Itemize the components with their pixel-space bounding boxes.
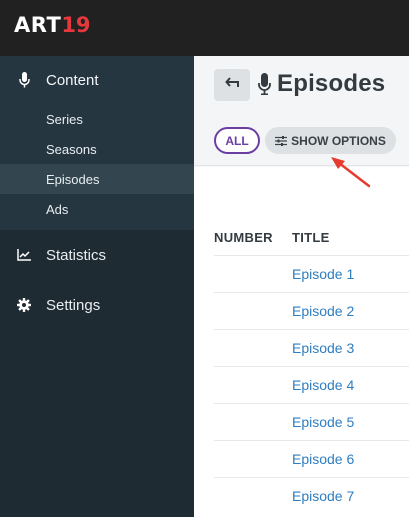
column-header-title[interactable]: TITLE — [292, 230, 330, 245]
art19-logo[interactable]: ART 19 — [14, 13, 91, 37]
sidebar-item-seasons[interactable]: Seasons — [0, 134, 194, 164]
nav-label-settings: Settings — [46, 296, 101, 314]
column-header-number[interactable]: NUMBER — [214, 230, 273, 245]
table-body: Episode 1 Episode 2 Episode 3 Episode 4 … — [214, 255, 409, 514]
episodes-table: NUMBER TITLE Episode 1 Episode 2 Episode… — [194, 167, 409, 517]
table-row: Episode 5 — [214, 403, 409, 440]
table-row: Episode 7 — [214, 477, 409, 514]
logo-text: ART — [14, 13, 62, 37]
table-row: Episode 2 — [214, 292, 409, 329]
line-chart-icon — [17, 247, 31, 263]
table-row: Episode 4 — [214, 366, 409, 403]
episode-title-link[interactable]: Episode 7 — [292, 488, 354, 504]
nav-label-content: Content — [46, 71, 99, 89]
sidebar-item-series[interactable]: Series — [0, 104, 194, 134]
page-header: Episodes ALL SHOW OPTIONS — [194, 56, 409, 166]
main-panel: Episodes ALL SHOW OPTIONS NUMBER TITLE E… — [194, 56, 409, 517]
page-title-wrap: Episodes — [258, 70, 385, 98]
sidebar-item-ads[interactable]: Ads — [0, 194, 194, 224]
sliders-icon — [275, 135, 288, 146]
microphone-icon — [17, 72, 31, 88]
show-options-label: SHOW OPTIONS — [291, 133, 386, 148]
episode-title-link[interactable]: Episode 2 — [292, 303, 354, 319]
top-bar: ART 19 — [0, 0, 409, 56]
content-submenu: Series Seasons Episodes Ads — [0, 104, 194, 230]
back-button[interactable] — [214, 69, 250, 101]
episode-title-link[interactable]: Episode 3 — [292, 340, 354, 356]
show-options-button[interactable]: SHOW OPTIONS — [265, 127, 396, 154]
nav-label-statistics: Statistics — [46, 246, 107, 264]
episode-title-link[interactable]: Episode 1 — [292, 266, 354, 282]
sidebar: Content Series Seasons Episodes Ads Stat… — [0, 56, 194, 517]
logo-mark: 19 — [61, 13, 91, 37]
table-row: Episode 1 — [214, 255, 409, 292]
table-row: Episode 6 — [214, 440, 409, 477]
page-title: Episodes — [277, 70, 386, 97]
back-arrow-icon — [225, 76, 239, 94]
nav-item-content[interactable]: Content — [0, 56, 194, 104]
episode-title-link[interactable]: Episode 5 — [292, 414, 354, 430]
nav-item-statistics[interactable]: Statistics — [0, 230, 194, 280]
episode-title-link[interactable]: Episode 6 — [292, 451, 354, 467]
sidebar-item-episodes[interactable]: Episodes — [0, 164, 194, 194]
episode-title-link[interactable]: Episode 4 — [292, 377, 354, 393]
table-row: Episode 3 — [214, 329, 409, 366]
nav-item-settings[interactable]: Settings — [0, 280, 194, 330]
filter-all-button[interactable]: ALL — [214, 127, 260, 154]
microphone-icon — [258, 73, 271, 95]
gear-icon — [17, 297, 31, 313]
